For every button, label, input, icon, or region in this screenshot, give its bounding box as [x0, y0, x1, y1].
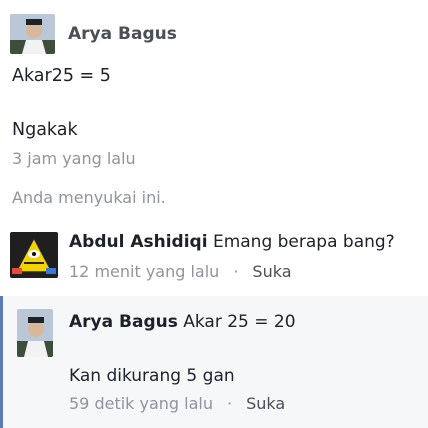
comment-author-name[interactable]: Abdul Ashidiqi	[69, 232, 208, 252]
avatar[interactable]	[10, 14, 55, 54]
reply-comment-highlighted: Arya Bagus Akar 25 = 20 Kan dikurang 5 g…	[0, 296, 428, 428]
avatar-cartoon-icon	[10, 232, 58, 278]
like-button[interactable]: Suka	[246, 394, 285, 413]
post-likes-text[interactable]: Anda menyukai ini.	[12, 188, 166, 207]
comment-body: Arya Bagus Akar 25 = 20	[69, 312, 296, 332]
post-text-line-2: Ngakak	[12, 120, 78, 140]
comment-timestamp[interactable]: 12 menit yang lalu	[69, 262, 219, 281]
post-timestamp[interactable]: 3 jam yang lalu	[12, 149, 136, 168]
avatar-photo-icon	[17, 309, 53, 357]
commenter-avatar[interactable]	[10, 232, 58, 278]
comment-meta: 59 detik yang lalu · Suka	[69, 394, 285, 413]
comment-text: Emang berapa bang?	[212, 232, 395, 252]
commenter-avatar[interactable]	[17, 309, 53, 357]
comment-meta: 12 menit yang lalu · Suka	[69, 262, 292, 281]
comment-author-name[interactable]: Arya Bagus	[69, 312, 178, 332]
comment-body: Abdul Ashidiqi Emang berapa bang?	[69, 232, 395, 252]
meta-separator: ·	[227, 394, 233, 413]
comment: Abdul Ashidiqi Emang berapa bang? 12 men…	[0, 228, 428, 288]
post-text-line-1: Akar25 = 5	[12, 66, 111, 86]
comment-text-line-2: Kan dikurang 5 gan	[69, 366, 235, 386]
like-button[interactable]: Suka	[252, 262, 291, 281]
avatar-photo-icon	[10, 14, 55, 54]
post: Arya Bagus Akar25 = 5 Ngakak 3 jam yang …	[0, 0, 428, 225]
meta-separator: ·	[233, 262, 239, 281]
comment-timestamp[interactable]: 59 detik yang lalu	[69, 394, 213, 413]
comment-text: Akar 25 = 20	[183, 312, 296, 332]
post-author-name[interactable]: Arya Bagus	[68, 24, 177, 44]
